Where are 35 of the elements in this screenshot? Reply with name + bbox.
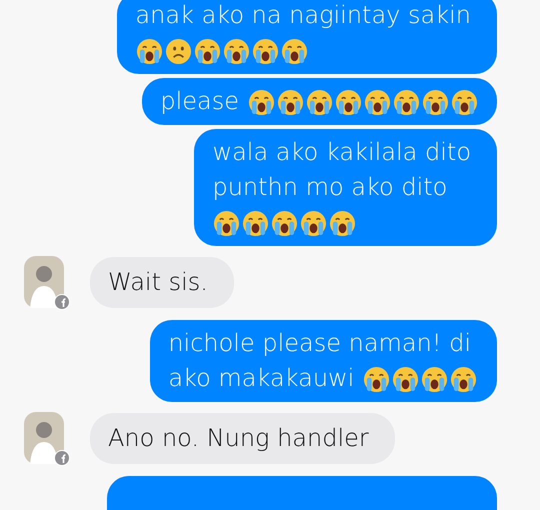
- message-text: please: [160, 87, 239, 115]
- message-text: nichole please naman! di: [168, 329, 471, 357]
- crying-face-icon: [335, 88, 362, 116]
- message-text: anak ako na nagiintay sakin: [135, 1, 471, 29]
- crying-face-icon: [281, 38, 308, 65]
- frowning-face-icon: [165, 38, 192, 65]
- message-text: wala ako kakilala dito: [212, 138, 471, 166]
- crying-face-icon: [329, 210, 356, 237]
- crying-face-icon: [450, 366, 478, 393]
- crying-face-icon: [392, 366, 420, 393]
- avatar: [24, 412, 64, 464]
- crying-face-icon: [393, 88, 420, 116]
- crying-face-icon: [194, 38, 222, 65]
- crying-face-icon: [271, 210, 298, 237]
- message-text: Wait sis.: [108, 268, 208, 296]
- crying-face-icon: [223, 38, 250, 65]
- crying-face-icon: [306, 88, 333, 116]
- avatar: [24, 256, 64, 308]
- crying-face-icon: [363, 366, 390, 393]
- crying-face-icon: [422, 88, 449, 116]
- facebook-badge-icon: [54, 450, 70, 466]
- facebook-badge-icon: [54, 294, 70, 310]
- crying-face-icon: [136, 38, 164, 65]
- crying-face-icon: [213, 210, 240, 237]
- crying-face-icon: [300, 210, 328, 237]
- crying-face-icon: [421, 366, 448, 393]
- message-text: punthn mo ako dito: [212, 173, 448, 201]
- message-text: Ano no. Nung handler: [108, 424, 369, 452]
- crying-face-icon: [277, 88, 304, 116]
- crying-face-icon: [242, 210, 270, 237]
- crying-face-icon: [252, 38, 280, 65]
- crying-face-icon: [451, 88, 478, 116]
- crying-face-icon: [364, 88, 391, 116]
- crying-face-icon: [248, 88, 275, 116]
- message-text: ako makakauwi: [168, 364, 354, 392]
